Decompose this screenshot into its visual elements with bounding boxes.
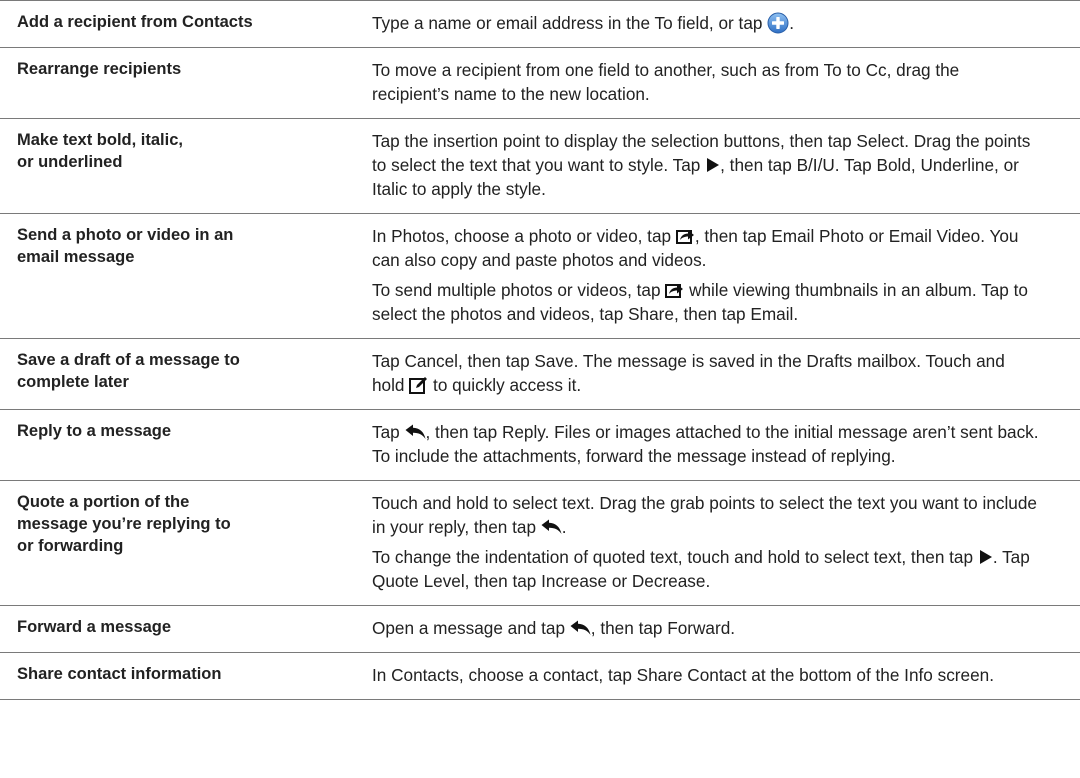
task-label: Make text bold, italic, or underlined xyxy=(0,119,372,213)
table-row: Forward a message Open a message and tap … xyxy=(0,605,1080,652)
task-label: Rearrange recipients xyxy=(0,48,372,118)
task-description: To move a recipient from one field to an… xyxy=(372,48,1080,118)
description-paragraph: Tap , then tap Reply. Files or images at… xyxy=(372,420,1040,468)
task-label-line: complete later xyxy=(17,373,129,391)
task-label: Share contact information xyxy=(0,653,372,699)
description-text: To change the indentation of quoted text… xyxy=(372,547,978,567)
table-row: Reply to a message Tap , then tap Reply. … xyxy=(0,409,1080,480)
task-label: Save a draft of a message to complete lat… xyxy=(0,339,372,409)
instructions-table: Add a recipient from Contacts Type a name… xyxy=(0,0,1080,700)
description-text: , then tap Forward. xyxy=(590,618,736,638)
task-description: In Photos, choose a photo or video, tap … xyxy=(372,214,1080,338)
task-label-line: or underlined xyxy=(17,153,123,171)
task-label-line: or forwarding xyxy=(17,537,124,555)
task-label-line: Forward a message xyxy=(17,618,172,636)
task-label: Add a recipient from Contacts xyxy=(0,1,372,47)
description-text: To move a recipient from one field to an… xyxy=(372,60,960,104)
description-paragraph: Type a name or email address in the To f… xyxy=(372,11,1040,35)
description-paragraph: Tap Cancel, then tap Save. The message i… xyxy=(372,349,1040,397)
description-text: In Contacts, choose a contact, tap Share… xyxy=(372,665,994,685)
table-row: Quote a portion of the message you’re rep… xyxy=(0,480,1080,605)
table-row: Share contact information In Contacts, ch… xyxy=(0,652,1080,700)
task-description: Tap the insertion point to display the s… xyxy=(372,119,1080,213)
task-label: Reply to a message xyxy=(0,410,372,480)
task-description: Touch and hold to select text. Drag the … xyxy=(372,481,1080,605)
table-row: Make text bold, italic, or underlined Tap … xyxy=(0,118,1080,213)
reply-icon xyxy=(570,618,591,635)
task-label-line: Reply to a message xyxy=(17,422,172,440)
task-label-line: Send a photo or video in an xyxy=(17,226,234,244)
compose-icon xyxy=(409,376,428,394)
task-label: Forward a message xyxy=(0,606,372,652)
task-label-line: Share contact information xyxy=(17,665,222,683)
task-label-line: Quote a portion of the xyxy=(17,493,190,511)
description-text: to quickly access it. xyxy=(428,375,582,395)
description-text: . xyxy=(561,517,567,537)
description-paragraph: In Contacts, choose a contact, tap Share… xyxy=(372,663,1040,687)
task-label-line: Make text bold, italic, xyxy=(17,131,183,149)
description-text: Touch and hold to select text. Drag the … xyxy=(372,493,1037,537)
right-arrow-icon xyxy=(978,547,993,564)
share-icon xyxy=(675,226,695,244)
description-paragraph: Touch and hold to select text. Drag the … xyxy=(372,491,1040,539)
table-row: Add a recipient from Contacts Type a name… xyxy=(0,0,1080,47)
task-label: Quote a portion of the message you’re rep… xyxy=(0,481,372,605)
description-paragraph: To send multiple photos or videos, tap w… xyxy=(372,278,1040,326)
description-text: , then tap Reply. Files or images attach… xyxy=(372,422,1039,466)
right-arrow-icon xyxy=(705,155,720,172)
description-text: Open a message and tap xyxy=(372,618,570,638)
reply-icon xyxy=(405,422,426,439)
reply-icon xyxy=(541,517,562,534)
share-icon xyxy=(665,280,684,298)
description-text: Type a name or email address in the To f… xyxy=(372,13,768,33)
task-description: Open a message and tap , then tap Forwar… xyxy=(372,606,1080,652)
description-text: . xyxy=(789,13,794,33)
task-label-line: email message xyxy=(17,248,135,266)
task-label-line: Rearrange recipients xyxy=(17,60,182,78)
task-description: Tap Cancel, then tap Save. The message i… xyxy=(372,339,1080,409)
description-text: In Photos, choose a photo or video, tap xyxy=(372,226,676,246)
description-text: Tap xyxy=(372,422,405,442)
description-paragraph: To change the indentation of quoted text… xyxy=(372,545,1040,593)
task-label-line: Add a recipient from Contacts xyxy=(17,13,253,31)
task-label: Send a photo or video in an email message xyxy=(0,214,372,338)
task-description: In Contacts, choose a contact, tap Share… xyxy=(372,653,1080,699)
task-label-line: message you’re replying to xyxy=(17,515,231,533)
description-paragraph: Open a message and tap , then tap Forwar… xyxy=(372,616,1040,640)
description-text: To send multiple photos or videos, tap xyxy=(372,280,666,300)
task-description: Tap , then tap Reply. Files or images at… xyxy=(372,410,1080,480)
add-contact-icon xyxy=(767,12,789,34)
task-description: Type a name or email address in the To f… xyxy=(372,1,1080,47)
table-row: Send a photo or video in an email message… xyxy=(0,213,1080,338)
table-row: Rearrange recipients To move a recipient … xyxy=(0,47,1080,118)
task-label-line: Save a draft of a message to xyxy=(17,351,240,369)
description-paragraph: Tap the insertion point to display the s… xyxy=(372,129,1040,201)
description-paragraph: In Photos, choose a photo or video, tap … xyxy=(372,224,1040,272)
description-paragraph: To move a recipient from one field to an… xyxy=(372,58,1040,106)
table-row: Save a draft of a message to complete lat… xyxy=(0,338,1080,409)
